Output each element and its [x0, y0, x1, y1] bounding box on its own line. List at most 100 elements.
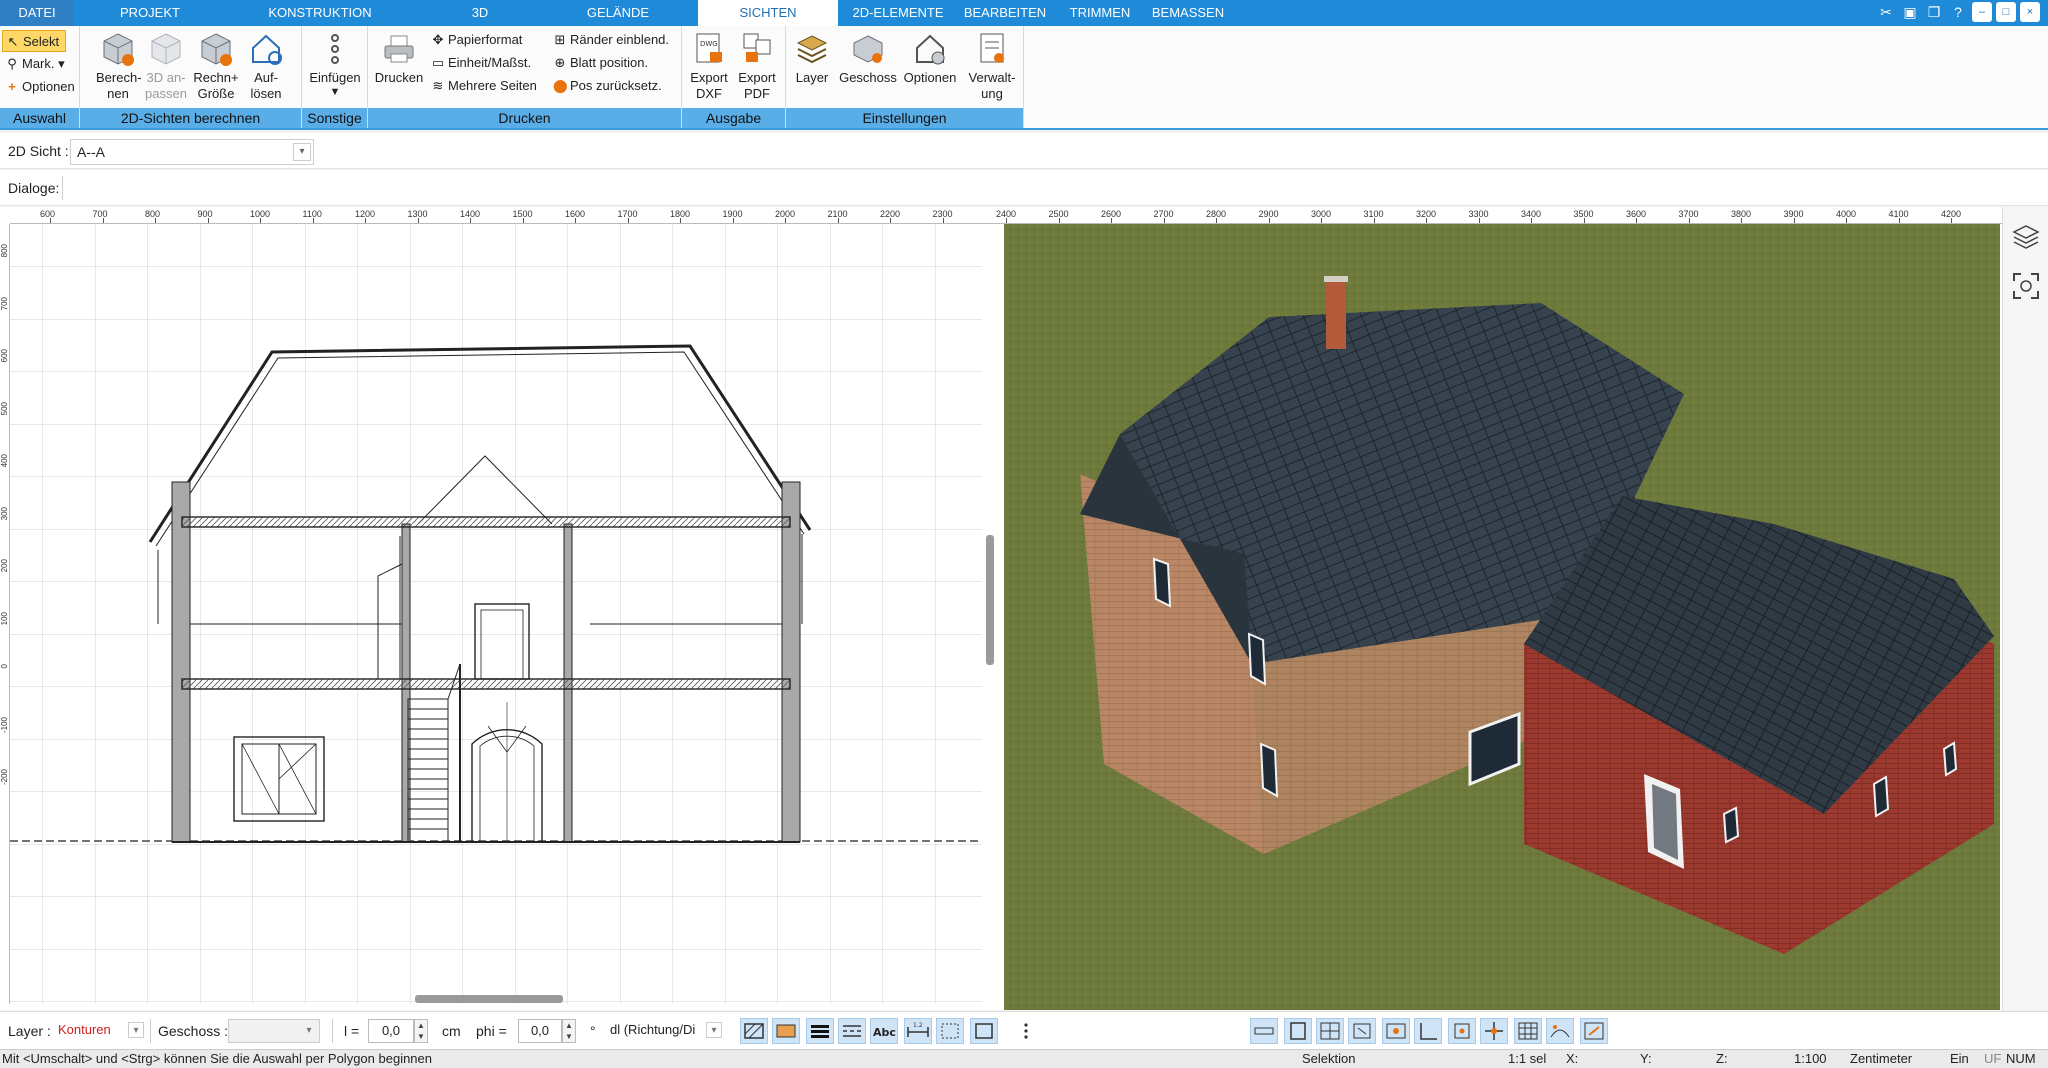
ruler-tick-mark [312, 218, 314, 223]
ruler-tick-mark [890, 218, 891, 223]
position-icon: ⊕ [554, 55, 566, 70]
fill-tool-button[interactable] [772, 1018, 800, 1044]
tab-trimmen[interactable]: TRIMMEN [1062, 0, 1138, 26]
tab-datei[interactable]: DATEI [0, 0, 74, 26]
einfuegen-button[interactable]: Einfügen ▼ [308, 30, 362, 98]
export-pdf-button[interactable]: Export PDF [734, 30, 780, 102]
geschoss-select[interactable]: ▾ [228, 1019, 320, 1043]
horizontal-scrollbar[interactable] [415, 995, 563, 1003]
snap-tool-button[interactable] [1514, 1018, 1542, 1044]
tab-sichten[interactable]: SICHTEN [698, 0, 838, 26]
selekt-button[interactable]: ↖ Selekt [2, 30, 66, 52]
berechnen-button[interactable]: Berech- nen [96, 30, 142, 102]
move-arrows-icon: ✥ [432, 32, 444, 47]
ruler-tick-label: 100 [0, 611, 9, 625]
snap-tool-button[interactable] [1480, 1018, 1508, 1044]
tab-bemassen[interactable]: BEMASSEN [1148, 0, 1228, 26]
snap-tool-button[interactable] [1580, 1018, 1608, 1044]
selection-icon [975, 1023, 993, 1039]
restore-icon[interactable]: ❐ [1924, 2, 1944, 22]
view-select[interactable]: A--A ▾ [70, 139, 314, 165]
tab-2d-elemente[interactable]: 2D-ELEMENTE [848, 0, 948, 26]
ruler-tick-mark [102, 218, 104, 223]
snap-tool-button[interactable] [1250, 1018, 1278, 1044]
line-weight-button[interactable] [806, 1018, 834, 1044]
snap-tool-button[interactable] [1382, 1018, 1410, 1044]
hatch-tool-button[interactable] [740, 1018, 768, 1044]
group-drucken: Drucken ✥ Papierformat ▭ Einheit/Maßst. ≋ M… [368, 26, 682, 128]
help-icon[interactable]: ? [1948, 2, 1968, 22]
layer-button[interactable]: Layer [790, 30, 834, 86]
input-toolbar: Layer : Konturen ▾ Geschoss : ▾ l = 0,0 … [0, 1011, 2048, 1049]
verwaltung-button[interactable]: Verwalt- ung [964, 30, 1020, 102]
direction-select[interactable]: dl (Richtung/Di ▾ [606, 1019, 724, 1043]
einheit-button[interactable]: ▭ Einheit/Maßst. [428, 52, 531, 74]
snap-tool-button[interactable] [1316, 1018, 1344, 1044]
tab-projekt[interactable]: PROJEKT [100, 0, 200, 26]
papierformat-button[interactable]: ✥ Papierformat [428, 29, 523, 51]
tab-gelaende[interactable]: GELÄNDE [570, 0, 666, 26]
snap-arc-icon [1550, 1025, 1570, 1038]
mehrere-seiten-button[interactable]: ≋ Mehrere Seiten [428, 75, 537, 97]
svg-text:Abc: Abc [873, 1026, 896, 1039]
line-style-button[interactable] [838, 1018, 866, 1044]
rechn-groesse-button[interactable]: Rechn+ Größe [192, 30, 240, 102]
snap-tool-button[interactable] [1546, 1018, 1574, 1044]
grid-icon [1518, 1022, 1538, 1040]
snap-tool-button[interactable] [1348, 1018, 1376, 1044]
pos-zuruecksetzen-button[interactable]: ⬤ Pos zurücksetz. [550, 75, 662, 97]
frame-button[interactable] [936, 1018, 964, 1044]
more-options-button[interactable] [1012, 1018, 1040, 1044]
3d-view-canvas[interactable] [1004, 224, 2000, 1010]
length-stepper[interactable]: ▲ ▼ [414, 1019, 428, 1043]
vertical-scrollbar[interactable] [986, 535, 994, 665]
minimize-icon[interactable]: – [1972, 2, 1992, 22]
dimension-style-button[interactable]: 1.2 [904, 1018, 932, 1044]
dropdown-arrow-icon: ▼ [329, 86, 341, 98]
ruler-tick-label: 800 [0, 244, 9, 258]
raender-button[interactable]: ⊞ Ränder einblend. [550, 29, 669, 51]
length-input[interactable]: 0,0 [368, 1019, 414, 1043]
tab-konstruktion[interactable]: KONSTRUKTION [258, 0, 382, 26]
ruler-tick-label: 400 [0, 454, 9, 468]
maximize-icon[interactable]: □ [1996, 2, 2016, 22]
status-x: X: [1566, 1051, 1579, 1066]
home-icon[interactable]: ▣ [1900, 2, 1920, 22]
wall-right [781, 481, 801, 843]
tab-bearbeiten[interactable]: BEARBEITEN [960, 0, 1050, 26]
phi-input[interactable]: 0,0 [518, 1019, 562, 1043]
ruler-left: 800 700 600 500 400 300 200 100 0 -100 -200 [0, 224, 10, 1004]
close-icon[interactable]: × [2020, 2, 2040, 22]
snap-tool-button[interactable] [1448, 1018, 1476, 1044]
tools-icon[interactable]: ✂ [1876, 2, 1896, 22]
ruler-tick-mark [1426, 218, 1427, 223]
group-sonstige: Einfügen ▼ Sonstige [302, 26, 368, 128]
text-style-button[interactable]: Abc [870, 1018, 898, 1044]
phi-stepper[interactable]: ▲ ▼ [562, 1019, 576, 1043]
optionen-einstellungen-button[interactable]: Optionen [898, 30, 962, 86]
work-area: 600 700 800 900 1000 1100 1200 1300 1400 1500 1600… [0, 207, 2048, 1010]
selection-frame-button[interactable] [970, 1018, 998, 1044]
geschoss-button[interactable]: Geschoss [836, 30, 900, 86]
fit-view-icon[interactable] [2011, 271, 2041, 301]
blatt-position-button[interactable]: ⊕ Blatt position. [550, 52, 649, 74]
snap-tool-button[interactable] [1414, 1018, 1442, 1044]
ruler-tick-mark [837, 218, 839, 223]
ruler-tick-label: 700 [0, 296, 9, 310]
export-dxf-button[interactable]: DWG Export DXF [686, 30, 732, 102]
svg-text:DWG: DWG [700, 40, 718, 48]
snap-tool-button[interactable] [1284, 1018, 1312, 1044]
layer-select[interactable]: Konturen ▾ [54, 1019, 146, 1043]
section-drawing-canvas[interactable] [10, 224, 992, 1004]
window-3d [1872, 775, 1890, 818]
3d-anpassen-button[interactable]: 3D an- passen [144, 30, 188, 102]
ruler-tick-label: 700 [92, 209, 108, 219]
group-title-ausgabe: Ausgabe [682, 108, 785, 128]
mark-button[interactable]: ⚲ Mark. ▾ [2, 53, 64, 75]
drucken-button[interactable]: Drucken [372, 30, 426, 86]
status-mode: Selektion [1302, 1051, 1356, 1066]
aufloesen-button[interactable]: Auf- lösen [244, 30, 288, 102]
layers-view-icon[interactable] [2011, 221, 2041, 251]
optionen-auswahl-button[interactable]: + Optionen [2, 76, 75, 98]
tab-3d[interactable]: 3D [452, 0, 508, 26]
